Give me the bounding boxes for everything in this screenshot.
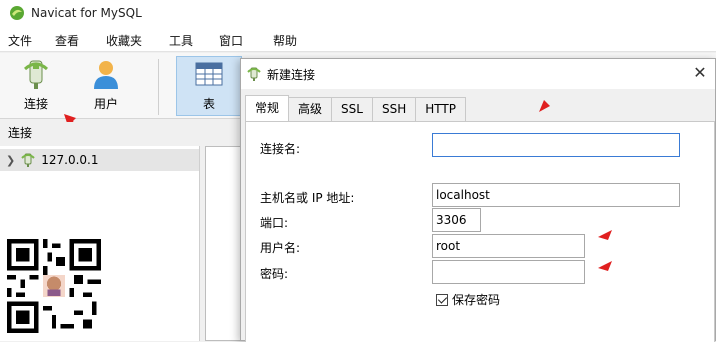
password-input[interactable] bbox=[432, 260, 585, 284]
save-password-checkbox[interactable]: 保存密码 bbox=[436, 291, 500, 308]
port-label: 端口: bbox=[260, 216, 289, 230]
dialog-titlebar: 新建连接 ✕ bbox=[241, 59, 715, 89]
tab-advanced[interactable]: 高级 bbox=[288, 97, 333, 121]
connection-plug-icon bbox=[21, 153, 35, 167]
toolbar-separator bbox=[158, 59, 159, 115]
host-label: 主机名或 IP 地址: bbox=[260, 191, 355, 205]
password-label: 密码: bbox=[260, 267, 289, 281]
menu-tools[interactable]: 工具 bbox=[169, 32, 193, 49]
user-icon bbox=[94, 61, 118, 89]
tab-ssh[interactable]: SSH bbox=[371, 97, 417, 121]
table-button[interactable]: 表 bbox=[176, 56, 242, 116]
qr-code-image bbox=[7, 239, 101, 333]
app-titlebar: Navicat for MySQL bbox=[0, 0, 716, 26]
menu-window[interactable]: 窗口 bbox=[219, 32, 243, 49]
menu-bar: 文件 查看 收藏夹 工具 窗口 帮助 bbox=[0, 26, 716, 52]
general-tab-panel: 连接名: 主机名或 IP 地址: localhost 端口: 3306 用户名:… bbox=[245, 121, 715, 342]
table-grid-icon bbox=[195, 62, 223, 86]
tab-http[interactable]: HTTP bbox=[415, 97, 466, 121]
menu-file[interactable]: 文件 bbox=[8, 32, 32, 49]
port-input[interactable]: 3306 bbox=[432, 208, 481, 232]
connect-button[interactable]: 连接 bbox=[6, 57, 66, 117]
user-label: 用户 bbox=[93, 97, 118, 111]
tab-ssl[interactable]: SSL bbox=[331, 97, 373, 121]
object-list-pane bbox=[205, 146, 245, 341]
connection-plug-icon bbox=[23, 60, 49, 89]
save-password-label: 保存密码 bbox=[452, 293, 501, 307]
checkbox-checked-icon[interactable] bbox=[436, 293, 448, 306]
dialog-title: 新建连接 bbox=[267, 67, 316, 82]
tree-item-label: 127.0.0.1 bbox=[41, 153, 99, 167]
app-title: Navicat for MySQL bbox=[31, 6, 142, 20]
close-icon[interactable]: ✕ bbox=[691, 64, 709, 82]
annotation-marker-icon bbox=[539, 100, 550, 112]
annotation-marker-icon bbox=[598, 261, 612, 271]
menu-favorites[interactable]: 收藏夹 bbox=[106, 32, 142, 49]
table-label: 表 bbox=[202, 97, 215, 111]
connection-plug-icon bbox=[247, 67, 261, 81]
username-label: 用户名: bbox=[260, 241, 301, 255]
host-input[interactable]: localhost bbox=[432, 183, 680, 207]
tab-general[interactable]: 常规 bbox=[245, 95, 290, 121]
annotation-marker-icon bbox=[598, 230, 612, 240]
menu-help[interactable]: 帮助 bbox=[273, 32, 297, 49]
object-tab-strip bbox=[205, 122, 245, 146]
connection-name-label: 连接名: bbox=[260, 142, 301, 156]
new-connection-dialog: 新建连接 ✕ 常规 高级 SSL SSH HTTP 连接名: 主机名或 IP 地… bbox=[240, 58, 716, 342]
dialog-tabs: 常规 高级 SSL SSH HTTP bbox=[245, 95, 466, 121]
sidebar-header: 连接 bbox=[0, 122, 200, 146]
tree-item-connection[interactable]: ❯ 127.0.0.1 bbox=[0, 149, 199, 171]
user-button[interactable]: 用户 bbox=[76, 57, 136, 117]
navicat-logo-icon bbox=[10, 6, 24, 20]
chevron-right-icon[interactable]: ❯ bbox=[6, 154, 15, 167]
menu-view[interactable]: 查看 bbox=[55, 32, 79, 49]
connection-name-input[interactable] bbox=[432, 133, 680, 157]
username-input[interactable]: root bbox=[432, 234, 585, 258]
connect-label: 连接 bbox=[23, 97, 48, 111]
